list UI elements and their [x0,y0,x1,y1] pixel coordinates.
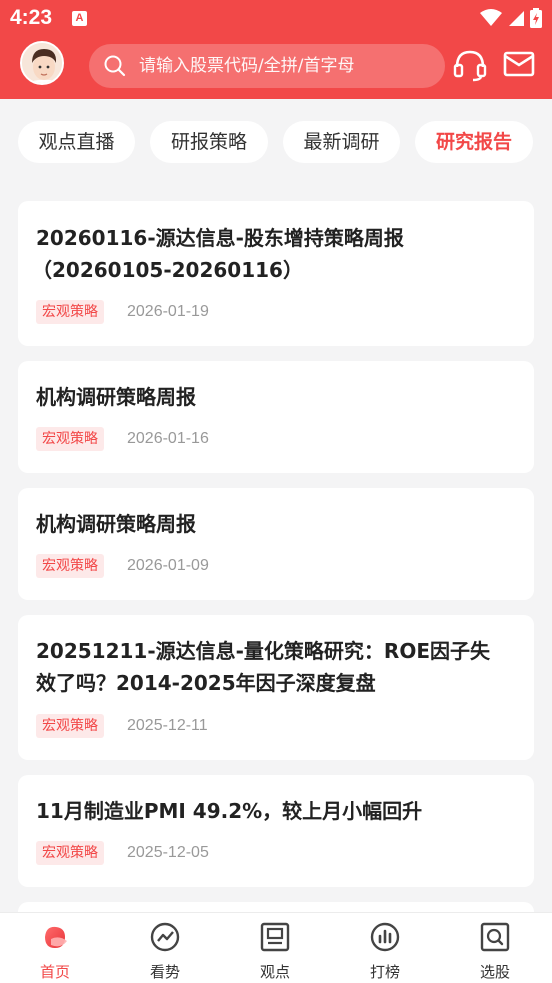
search-input[interactable] [139,44,429,88]
report-title: 20260116-源达信息-股东增持策略周报 [36,226,404,250]
category-tabs: 观点直播 研报策略 最新调研 研究报告 [0,99,552,187]
report-title-line2: 效了吗？2014-2025年因子深度复盘 [36,671,376,695]
nav-trend[interactable]: 看势 [110,913,220,983]
report-title-line2: （20260105-20260116） [32,258,303,282]
report-date: 2026-01-09 [127,557,209,574]
nav-ranking[interactable]: 打榜 [330,913,440,983]
report-title: 机构调研策略周报 [36,385,196,409]
report-card[interactable]: 11月制造业PMI 49.2%，较上月小幅回升 宏观策略 2025-12-05 [18,775,534,887]
nav-label: 首页 [39,963,70,981]
status-time: 4:23 [10,6,53,29]
tab-research-report[interactable]: 研究报告 [415,121,533,163]
nav-label: 打榜 [369,963,400,981]
ranking-icon [370,922,400,952]
avatar-icon [22,43,62,83]
bottom-nav: 首页 看势 观点 打榜 选股 [0,912,552,983]
app-header: 4:23 A [0,0,552,99]
report-title: 11月制造业PMI 49.2%，较上月小幅回升 [36,799,423,823]
category-tag: 宏观策略 [36,554,104,578]
notification-badge: A [72,11,87,26]
mail-icon[interactable] [503,50,535,78]
viewpoint-icon [260,922,290,952]
nav-stock-picker[interactable]: 选股 [440,913,550,983]
report-card[interactable]: 20260116-源达信息-股东增持策略周报 （20260105-2026011… [18,201,534,346]
search-icon [104,55,126,77]
status-bar: 4:23 A [0,0,552,36]
report-card[interactable]: 机构调研策略周报 宏观策略 2026-01-09 [18,488,534,600]
report-card[interactable]: 20251211-源达信息-量化策略研究：ROE因子失 效了吗？2014-202… [18,615,534,760]
battery-icon [530,8,542,28]
report-date: 2025-12-11 [127,717,208,734]
report-title: 20251211-源达信息-量化策略研究：ROE因子失 [36,639,490,663]
nav-label: 选股 [479,963,510,981]
status-icons [480,8,542,28]
category-tag: 宏观策略 [36,714,104,738]
nav-label: 观点 [259,963,290,981]
nav-home[interactable]: 首页 [0,913,110,983]
tab-research-strategy[interactable]: 研报策略 [150,121,268,163]
report-title: 机构调研策略周报 [36,512,196,536]
category-tag: 宏观策略 [36,841,104,865]
home-icon [45,926,67,948]
report-date: 2026-01-16 [127,430,209,447]
signal-icon [509,11,524,26]
user-avatar[interactable] [20,41,64,85]
category-tag: 宏观策略 [36,427,104,451]
report-date: 2026-01-19 [127,303,209,320]
report-card[interactable]: 机构调研策略周报 宏观策略 2026-01-16 [18,361,534,473]
stock-picker-icon [480,922,510,952]
category-tag: 宏观策略 [36,300,104,324]
wifi-icon [480,9,502,26]
nav-label: 看势 [149,963,180,981]
search-bar[interactable] [89,44,445,88]
trend-icon [150,922,180,952]
report-date: 2025-12-05 [127,844,209,861]
headset-icon[interactable] [453,48,487,82]
nav-viewpoint[interactable]: 观点 [220,913,330,983]
tab-viewpoint-live[interactable]: 观点直播 [18,121,135,163]
tab-latest-survey[interactable]: 最新调研 [283,121,400,163]
